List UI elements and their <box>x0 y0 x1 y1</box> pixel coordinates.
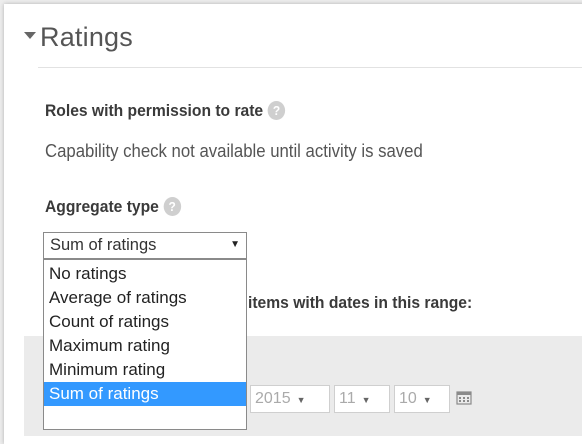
triangle-down-icon: ▼ <box>230 239 240 250</box>
section-divider <box>38 67 582 68</box>
calendar-icon[interactable] <box>456 389 472 410</box>
month-select[interactable]: 11 ▼ <box>334 385 390 413</box>
option-maximum-rating[interactable]: Maximum rating <box>44 334 246 358</box>
date-range-label: items with dates in this range: <box>248 293 473 312</box>
help-icon[interactable]: ? <box>163 197 181 216</box>
section-title: Ratings <box>40 22 133 52</box>
help-icon[interactable]: ? <box>267 101 286 120</box>
option-count-of-ratings[interactable]: Count of ratings <box>44 310 246 334</box>
option-average-of-ratings[interactable]: Average of ratings <box>44 286 246 310</box>
triangle-down-icon: ▼ <box>361 395 371 405</box>
triangle-down-icon: ▼ <box>296 395 306 405</box>
aggregate-type-select[interactable]: Sum of ratings ▼ <box>43 232 247 259</box>
caret-down-icon[interactable] <box>24 32 36 40</box>
triangle-down-icon: ▼ <box>422 395 432 405</box>
roles-label: Roles with permission to rate? <box>45 101 286 121</box>
section-header[interactable]: Ratings <box>24 22 133 53</box>
day-select[interactable]: 10 ▼ <box>394 385 450 413</box>
year-select[interactable]: 2015 ▼ <box>250 385 330 413</box>
option-minimum-rating[interactable]: Minimum rating <box>44 358 246 382</box>
option-no-ratings[interactable]: No ratings <box>44 262 246 286</box>
capability-info: Capability check not available until act… <box>45 141 423 161</box>
aggregate-label: Aggregate type? <box>45 197 181 217</box>
aggregate-options-list[interactable]: No ratings Average of ratings Count of r… <box>43 259 247 430</box>
option-sum-of-ratings[interactable]: Sum of ratings <box>44 382 246 406</box>
